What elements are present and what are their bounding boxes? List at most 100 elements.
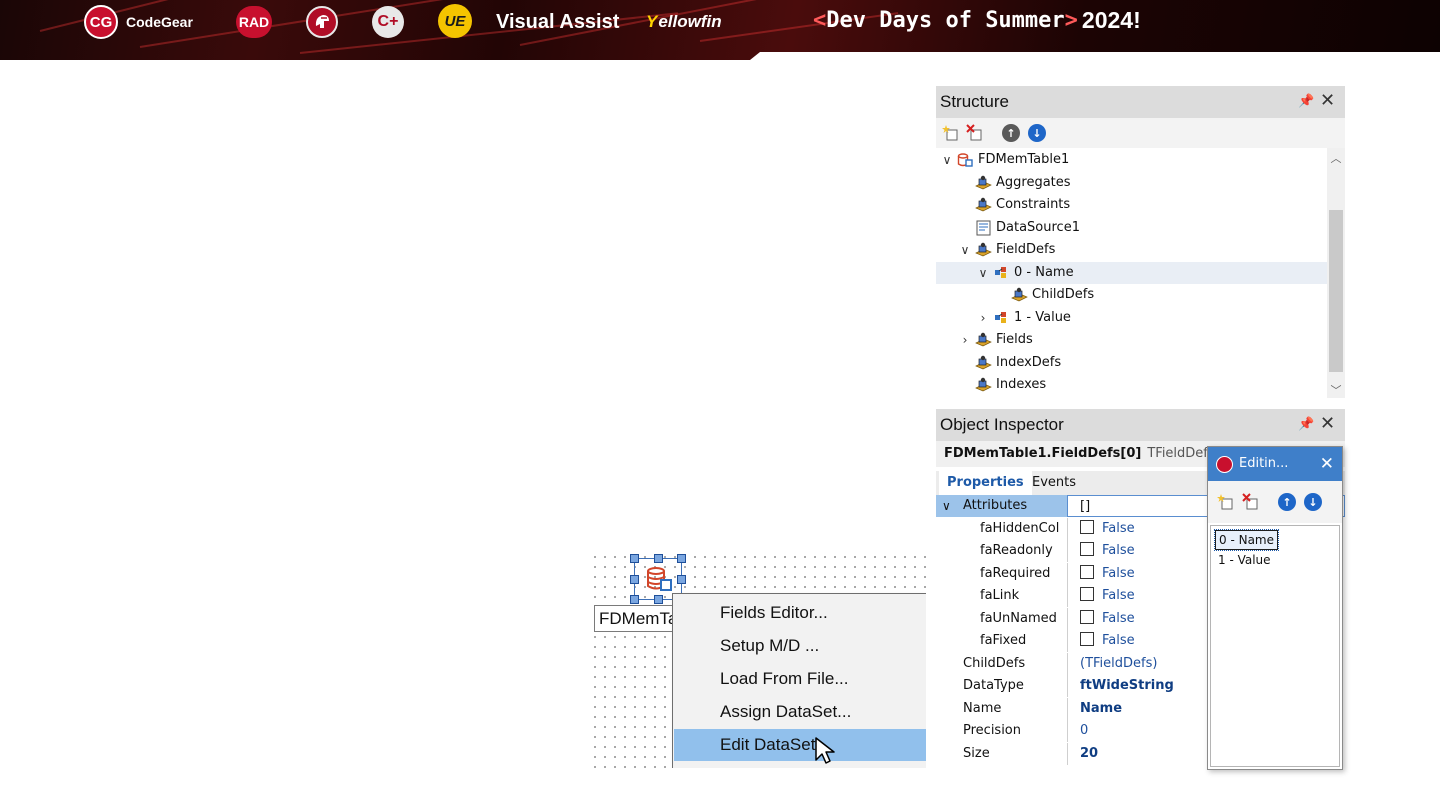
checkbox[interactable] <box>1080 519 1094 534</box>
editor-titlebar[interactable]: Editin... ✕ <box>1208 447 1342 481</box>
tree-node[interactable]: ChildDefs <box>936 284 1327 306</box>
delete-selected-icon[interactable] <box>1242 493 1260 511</box>
form-designer[interactable]: FDMemTable1 Fields Editor... Setup M/D .… <box>586 548 926 768</box>
collection-icon <box>975 197 992 213</box>
codegear-logo: CG CodeGear <box>84 2 193 42</box>
menu-item-assign-dataset[interactable]: Assign DataSet... <box>674 696 926 728</box>
delphi-helmet-logo <box>306 2 338 42</box>
tree-node[interactable]: › 1 - Value <box>936 307 1327 329</box>
checkbox[interactable] <box>1080 542 1094 556</box>
tree-node[interactable]: ∨ 0 - Name <box>936 261 1327 284</box>
chevron-down-icon[interactable]: ∨ <box>942 495 951 517</box>
structure-scrollbar[interactable]: ︿ ﹀ <box>1327 148 1345 398</box>
tree-node[interactable]: Indexes <box>936 374 1327 396</box>
mouse-cursor-icon <box>815 737 835 764</box>
tree-node-label: 1 - Value <box>1014 309 1071 325</box>
resize-handle[interactable] <box>654 554 663 563</box>
property-name: DataType <box>936 675 1067 697</box>
ue-badge: UE <box>438 4 472 38</box>
property-value-text: (TFieldDefs) <box>1080 655 1158 671</box>
tree-node-label: Indexes <box>996 377 1047 392</box>
tree-node-label: DataSource1 <box>996 219 1080 235</box>
resize-handle[interactable] <box>630 595 639 604</box>
property-value-text: False <box>1102 565 1135 581</box>
menu-item-setup-md[interactable]: Setup M/D ... <box>674 630 926 662</box>
move-down-icon[interactable]: ↓ <box>1304 493 1322 511</box>
memtable-icon <box>647 567 672 591</box>
editor-title: Editin... <box>1239 456 1289 471</box>
property-value-text: False <box>1102 520 1135 536</box>
tree-node-label: ChildDefs <box>1032 287 1095 302</box>
collection-editor-dialog: Editin... ✕ ↑ ↓ 0 - Name 1 - Value <box>1207 446 1343 770</box>
chevron-down-icon[interactable]: ∨ <box>976 262 990 284</box>
move-up-icon[interactable]: ↑ <box>1002 124 1020 142</box>
yellowfin-text: ellowfin <box>658 12 722 31</box>
tab-events[interactable]: Events <box>1024 471 1084 495</box>
close-icon[interactable]: ✕ <box>1320 413 1335 434</box>
menu-item-fields-editor[interactable]: Fields Editor... <box>674 597 926 629</box>
property-name: Name <box>936 698 1067 720</box>
property-name-text: Size <box>963 745 990 761</box>
tree-node-label: FDMemTable1 <box>978 152 1070 167</box>
close-icon[interactable]: ✕ <box>1320 90 1335 111</box>
property-value-text: 0 <box>1080 723 1089 738</box>
move-down-icon[interactable]: ↓ <box>1028 124 1046 142</box>
chevron-right-icon[interactable]: › <box>976 307 990 329</box>
property-name: Precision <box>936 720 1067 742</box>
checkbox[interactable] <box>1080 632 1094 646</box>
add-new-icon[interactable] <box>1217 493 1235 511</box>
fielddef-icon <box>993 310 1010 326</box>
tree-node[interactable]: DataSource1 <box>936 217 1327 239</box>
property-name-text: faReadonly <box>980 543 1053 558</box>
dev-days-title: < Dev Days of Summer >2024! <box>813 2 1141 38</box>
tree-node-label: Aggregates <box>996 174 1071 190</box>
tree-node[interactable]: IndexDefs <box>936 352 1327 374</box>
property-name: faUnNamed <box>936 608 1067 630</box>
delete-item-icon[interactable] <box>966 124 984 142</box>
chevron-down-icon[interactable]: ∨ <box>940 149 954 171</box>
structure-toolbar: ↑ ↓ <box>936 118 1345 148</box>
checkbox[interactable] <box>1080 587 1094 601</box>
property-value-text: ftWideString <box>1080 678 1174 693</box>
collection-icon <box>1011 287 1028 303</box>
list-item[interactable]: 0 - Name <box>1214 529 1279 551</box>
menu-item-load-from-file[interactable]: Load From File... <box>674 663 926 695</box>
resize-handle[interactable] <box>654 595 663 604</box>
pin-icon[interactable]: 📌 <box>1298 417 1314 432</box>
helmet-icon <box>306 6 338 38</box>
tab-properties[interactable]: Properties <box>939 471 1032 495</box>
tree-node[interactable]: › Fields <box>936 329 1327 351</box>
close-icon[interactable]: ✕ <box>1320 447 1334 481</box>
cpp-badge: C+ <box>372 6 404 38</box>
checkbox[interactable] <box>1080 609 1094 624</box>
property-value-text: False <box>1102 610 1135 626</box>
resize-handle[interactable] <box>630 575 639 584</box>
chevron-right-icon[interactable]: › <box>958 329 972 351</box>
tree-node[interactable]: ∨ FDMemTable1 <box>936 149 1327 171</box>
tree-node-label: IndexDefs <box>996 354 1062 370</box>
scroll-up-icon[interactable]: ︿ <box>1327 150 1345 166</box>
scroll-down-icon[interactable]: ﹀ <box>1327 382 1345 398</box>
property-value-text: False <box>1102 588 1135 603</box>
property-value-text: False <box>1102 633 1135 648</box>
move-up-icon[interactable]: ↑ <box>1278 493 1296 511</box>
banner-cut <box>750 52 1440 60</box>
property-name: faHiddenCol <box>936 518 1067 540</box>
tree-node[interactable]: ∨ FieldDefs <box>936 239 1327 261</box>
list-item[interactable]: 1 - Value <box>1215 551 1274 571</box>
menu-item-edit-dataset[interactable]: Edit DataSet... <box>674 729 926 761</box>
tree-node-label: FieldDefs <box>996 242 1056 257</box>
visual-assist-logo: Visual Assist <box>496 10 620 33</box>
chevron-down-icon[interactable]: ∨ <box>958 239 972 261</box>
new-item-icon[interactable] <box>942 124 960 142</box>
tree-node[interactable]: Aggregates <box>936 172 1327 194</box>
pin-icon[interactable]: 📌 <box>1298 94 1314 109</box>
tree-node-label: Fields <box>996 332 1033 347</box>
property-name-text: faRequired <box>980 565 1051 581</box>
scroll-thumb[interactable] <box>1329 210 1343 372</box>
resize-handle[interactable] <box>677 575 686 584</box>
tree-node[interactable]: Constraints <box>936 194 1327 216</box>
checkbox[interactable] <box>1080 564 1094 579</box>
resize-handle[interactable] <box>630 554 639 563</box>
resize-handle[interactable] <box>677 554 686 563</box>
